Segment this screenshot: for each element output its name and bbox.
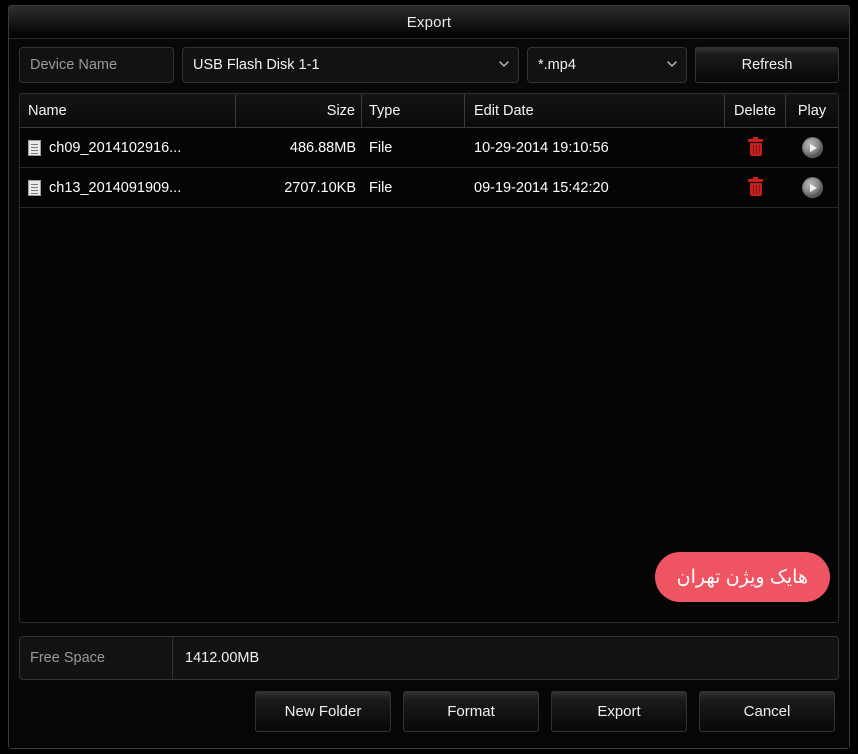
play-icon[interactable] <box>801 137 823 158</box>
file-list-header: Name Size Type Edit Date Delete Play <box>20 94 838 128</box>
device-name-label: Device Name <box>19 47 174 83</box>
watermark-badge: هایک ویژن تهران <box>654 552 830 602</box>
free-space-value: 1412.00MB <box>185 650 260 666</box>
file-list-body: ch09_2014102916... 486.88MB File 10-29-2… <box>20 128 838 622</box>
file-edit-date-cell: 10-29-2014 19:10:56 <box>474 139 609 156</box>
delete-file-button[interactable] <box>725 168 786 207</box>
file-name-cell[interactable]: ch09_2014102916... <box>20 128 236 167</box>
dialog-title: Export <box>406 13 452 31</box>
chevron-down-icon <box>667 60 677 70</box>
dialog-footer: New Folder Format Export Cancel <box>9 680 849 748</box>
column-header-play: Play <box>797 102 827 119</box>
cancel-button[interactable]: Cancel <box>699 690 835 732</box>
table-row[interactable]: ch13_2014091909... 2707.10KB File 09-19-… <box>20 168 838 208</box>
free-space-row: Free Space 1412.00MB <box>19 636 839 680</box>
file-name-text: ch09_2014102916... <box>49 139 182 156</box>
column-header-delete: Delete <box>725 94 786 127</box>
column-header-name[interactable]: Name <box>20 94 236 127</box>
delete-file-button[interactable] <box>725 128 786 167</box>
dialog-title-bar: Export <box>9 6 849 39</box>
free-space-label: Free Space <box>20 637 173 679</box>
new-folder-button[interactable]: New Folder <box>255 690 391 732</box>
file-format-value: *.mp4 <box>538 57 576 73</box>
device-name-select[interactable]: USB Flash Disk 1-1 <box>182 47 519 83</box>
play-icon[interactable] <box>801 177 823 198</box>
file-format-select[interactable]: *.mp4 <box>527 47 687 83</box>
file-edit-date-cell: 09-19-2014 15:42:20 <box>474 179 609 196</box>
table-row[interactable]: ch09_2014102916... 486.88MB File 10-29-2… <box>20 128 838 168</box>
file-name-cell[interactable]: ch13_2014091909... <box>20 168 236 207</box>
trash-icon[interactable] <box>748 137 763 156</box>
file-document-icon <box>28 179 41 196</box>
play-file-button[interactable] <box>786 168 838 207</box>
column-header-type[interactable]: Type <box>362 94 465 127</box>
play-file-button[interactable] <box>786 128 838 167</box>
column-header-edit-date[interactable]: Edit Date <box>465 94 725 127</box>
device-name-value: USB Flash Disk 1-1 <box>193 57 320 73</box>
chevron-down-icon <box>499 60 509 70</box>
file-size-cell: 486.88MB <box>289 139 356 156</box>
export-button[interactable]: Export <box>551 690 687 732</box>
format-button[interactable]: Format <box>403 690 539 732</box>
trash-icon[interactable] <box>748 177 763 196</box>
file-list-panel: Name Size Type Edit Date Delete Play ch0… <box>19 93 839 623</box>
toolbar: Device Name USB Flash Disk 1-1 *.mp4 Ref… <box>9 39 849 91</box>
file-type-cell: File <box>369 139 393 156</box>
file-name-text: ch13_2014091909... <box>49 179 182 196</box>
file-document-icon <box>28 139 41 156</box>
file-size-cell: 2707.10KB <box>284 179 356 196</box>
device-name-label-text: Device Name <box>30 57 118 73</box>
column-header-size[interactable]: Size <box>236 94 362 127</box>
file-type-cell: File <box>369 179 393 196</box>
refresh-button[interactable]: Refresh <box>695 47 839 83</box>
export-dialog: Export Device Name USB Flash Disk 1-1 *.… <box>8 5 850 749</box>
